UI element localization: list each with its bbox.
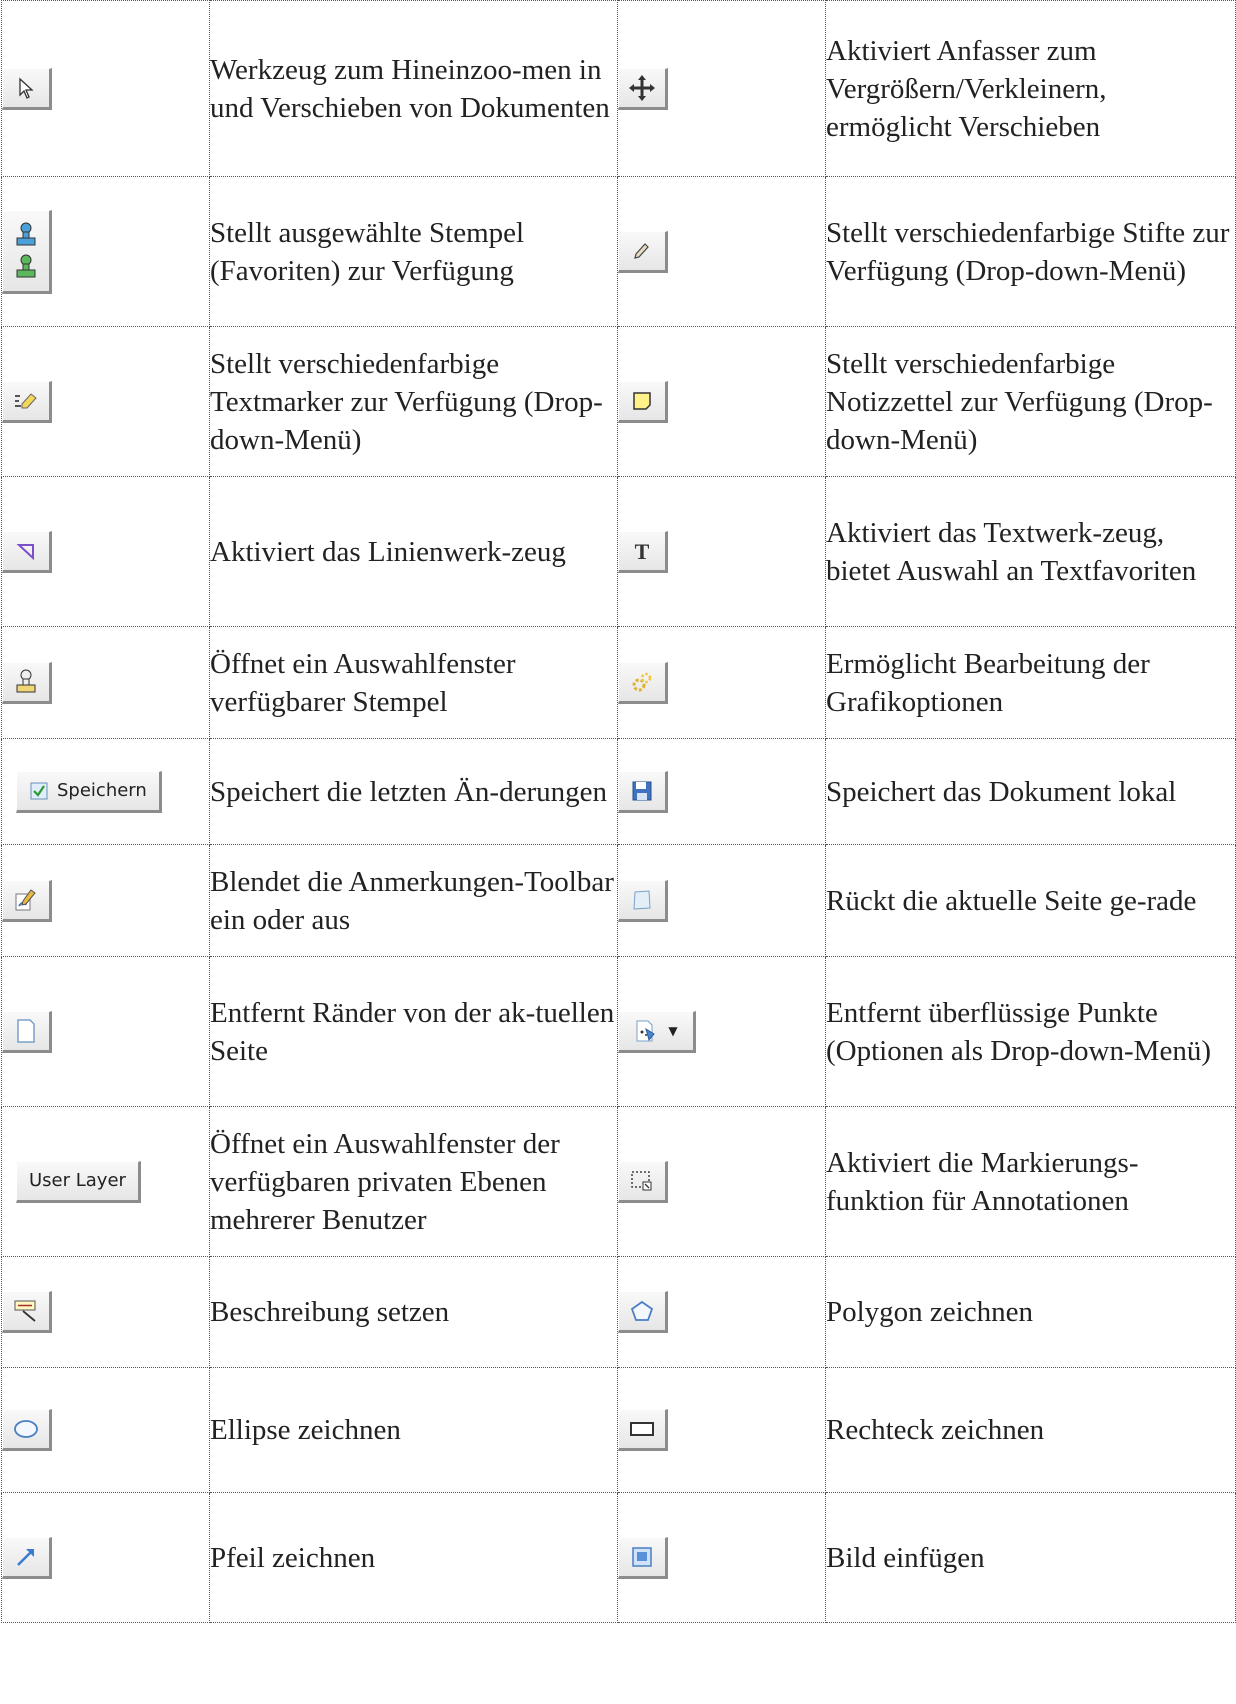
table-row: Öffnet ein Auswahlfenster verfügbarer St…	[1, 626, 1236, 739]
table-row: Pfeil zeichnen Bild einfügen	[1, 1492, 1236, 1623]
tool-description: Stellt verschiedenfarbige Textmarker zur…	[209, 326, 618, 477]
description-tag-icon	[2, 1291, 52, 1333]
svg-text:T: T	[635, 539, 650, 563]
tool-description: Rechteck zeichnen	[825, 1367, 1236, 1493]
move-arrows-icon	[618, 67, 668, 110]
tool-description: Öffnet ein Auswahlfenster der verfügbare…	[209, 1106, 618, 1257]
save-check-icon	[30, 782, 48, 799]
tool-description: Bild einfügen	[825, 1492, 1236, 1623]
tool-description: Stellt verschiedenfarbige Notizzettel zu…	[825, 326, 1236, 477]
table-row: Speichern Speichert die letzten Än-derun…	[1, 738, 1236, 845]
user-layer-button-label: User Layer	[29, 1170, 126, 1191]
despeckle-dropdown: ▼	[618, 1010, 696, 1053]
tool-description: Beschreibung setzen	[209, 1256, 618, 1368]
tool-description: Entfernt Ränder von der ak-tuellen Seite	[209, 956, 618, 1107]
favorite-stamps-icon	[2, 209, 52, 294]
highlighter-icon	[2, 380, 52, 423]
tool-description: Speichert die letzten Än-derungen	[209, 738, 618, 845]
save-button: Speichern	[16, 770, 162, 813]
image-insert-icon	[618, 1536, 668, 1579]
table-row: Aktiviert das Linienwerk-zeug T Aktivier…	[1, 476, 1236, 627]
table-row: User Layer Öffnet ein Auswahlfenster der…	[1, 1106, 1236, 1257]
blank-page-icon	[2, 1010, 52, 1053]
tool-description: Öffnet ein Auswahlfenster verfügbarer St…	[209, 626, 618, 739]
table-row: Beschreibung setzen Polygon zeichnen	[1, 1256, 1236, 1368]
tool-description: Aktiviert die Markierungs-funktion für A…	[825, 1106, 1236, 1257]
polygon-icon	[618, 1291, 668, 1333]
text-tool-icon: T	[618, 530, 668, 573]
tool-description: Aktiviert Anfasser zum Vergrößern/Verkle…	[825, 0, 1236, 177]
ellipse-icon	[2, 1409, 52, 1451]
table-row: Entfernt Ränder von der ak-tuellen Seite…	[1, 956, 1236, 1107]
marquee-select-icon	[618, 1160, 668, 1203]
floppy-disk-icon	[618, 770, 668, 813]
tool-description: Aktiviert das Linienwerk-zeug	[209, 476, 618, 627]
user-layer-button: User Layer	[16, 1160, 141, 1203]
tool-description: Stellt verschiedenfarbige Stifte zur Ver…	[825, 176, 1236, 327]
tool-description: Polygon zeichnen	[825, 1256, 1236, 1368]
tool-description: Ermöglicht Bearbeitung der Grafikoptione…	[825, 626, 1236, 739]
pointer-arrow-icon	[2, 67, 52, 110]
tool-description: Ellipse zeichnen	[209, 1367, 618, 1493]
sticky-note-icon	[618, 380, 668, 423]
tool-reference-table: Werkzeug zum Hineinzoo-men in und Versch…	[1, 0, 1236, 1623]
save-button-label: Speichern	[57, 780, 147, 801]
tool-description: Entfernt überflüssige Punkte (Optionen a…	[825, 956, 1236, 1107]
tool-description: Pfeil zeichnen	[209, 1492, 618, 1623]
table-row: Stellt ausgewählte Stempel (Favoriten) z…	[1, 176, 1236, 327]
tool-description: Stellt ausgewählte Stempel (Favoriten) z…	[209, 176, 618, 327]
tool-description: Aktiviert das Textwerk-zeug, bietet Ausw…	[825, 476, 1236, 627]
despeckle-icon	[636, 1020, 656, 1041]
stamp-icon	[2, 661, 52, 704]
annotation-toolbar-icon	[2, 879, 52, 922]
deskew-page-icon	[618, 879, 668, 922]
table-row: Stellt verschiedenfarbige Textmarker zur…	[1, 326, 1236, 477]
pen-icon	[618, 230, 668, 273]
table-row: Werkzeug zum Hineinzoo-men in und Versch…	[1, 0, 1236, 177]
table-row: Ellipse zeichnen Rechteck zeichnen	[1, 1367, 1236, 1493]
tool-description: Rückt die aktuelle Seite ge-rade	[825, 844, 1236, 957]
table-row: Blendet die Anmerkungen-Toolbar ein oder…	[1, 844, 1236, 957]
arrow-icon	[2, 1536, 52, 1579]
graphic-options-icon	[618, 661, 668, 704]
rectangle-icon	[618, 1409, 668, 1451]
tool-description: Werkzeug zum Hineinzoo-men in und Versch…	[209, 0, 618, 177]
line-tool-icon	[2, 530, 52, 573]
tool-description: Speichert das Dokument lokal	[825, 738, 1236, 845]
tool-description: Blendet die Anmerkungen-Toolbar ein oder…	[209, 844, 618, 957]
chevron-down-icon: ▼	[668, 1023, 678, 1038]
